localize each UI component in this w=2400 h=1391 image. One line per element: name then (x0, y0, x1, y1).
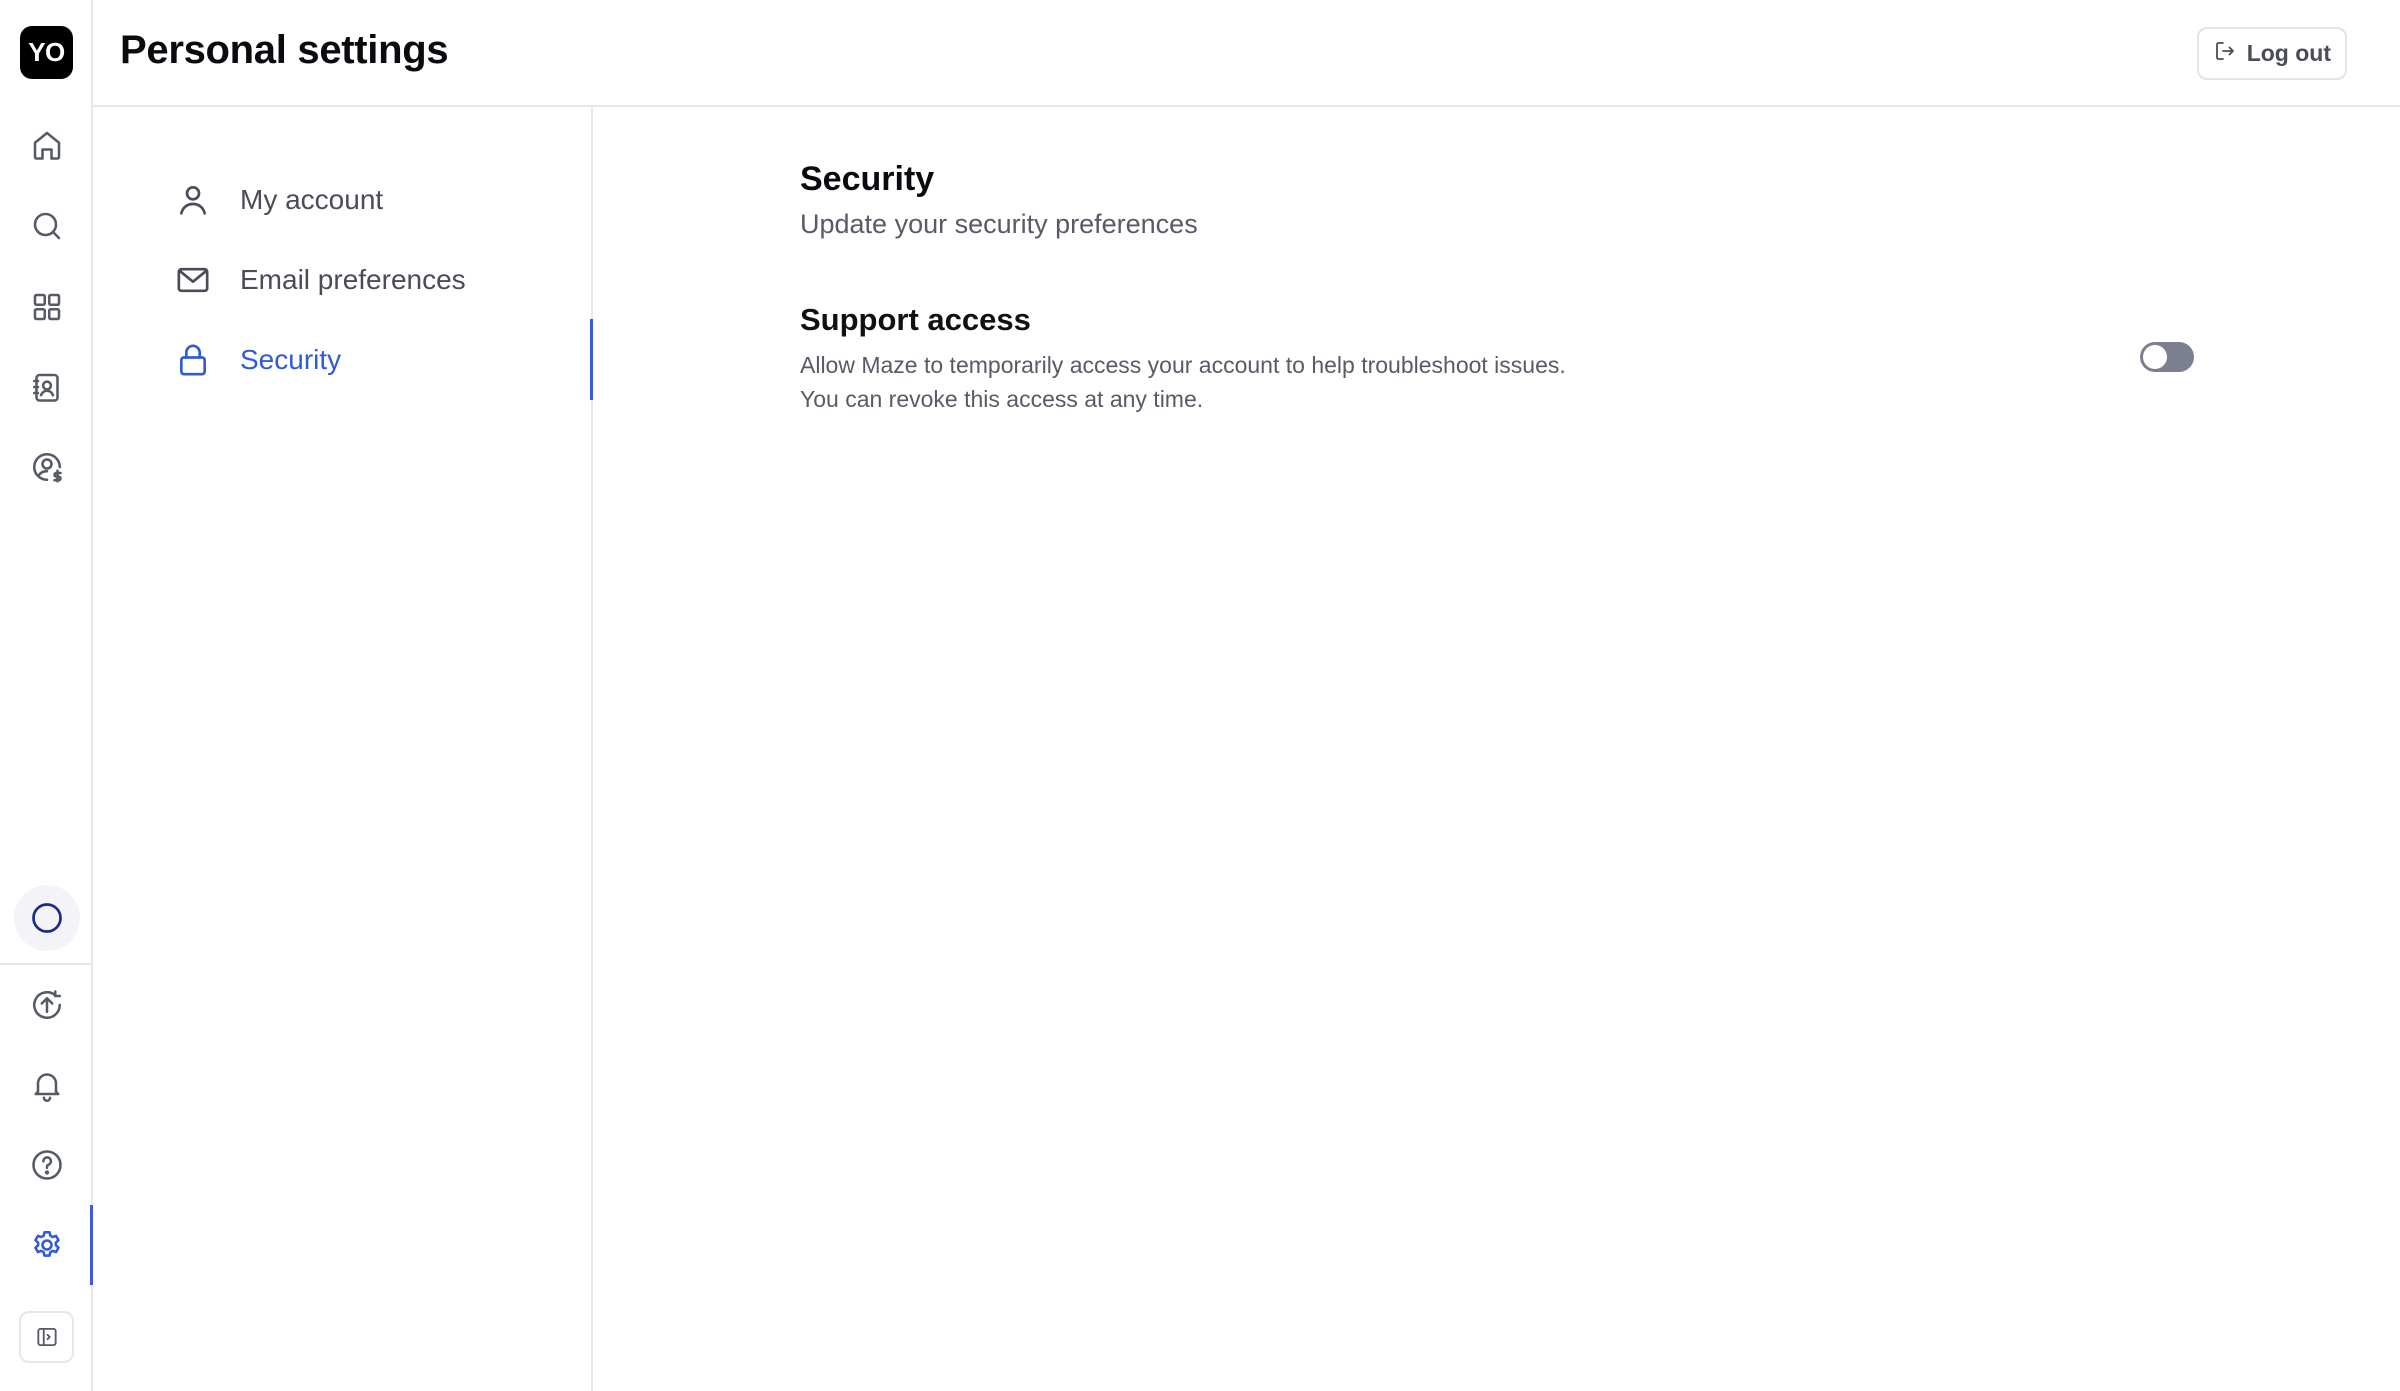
sidebar-toggle-icon[interactable] (19, 1311, 74, 1363)
nav-item-label: My account (240, 184, 384, 215)
settings-nav: My account Email preferences Security (93, 107, 593, 1391)
section-subtitle: Update your security preferences (800, 209, 1198, 239)
avatar[interactable]: YO (20, 26, 73, 79)
support-access-description-line: Allow Maze to temporarily access your ac… (800, 352, 1566, 378)
logout-button[interactable]: Log out (2196, 27, 2347, 80)
user-icon (173, 180, 213, 220)
logout-icon (2213, 39, 2237, 69)
rail-divider (0, 963, 93, 965)
nav-item-label: Security (240, 344, 342, 375)
lock-icon (173, 340, 213, 380)
search-icon[interactable] (17, 196, 77, 256)
mail-icon (173, 260, 213, 300)
app-root: YO Personal settings Log out My account … (0, 0, 2400, 1391)
nav-item-security[interactable]: Security (93, 320, 593, 400)
grid-icon[interactable] (17, 277, 77, 337)
user-dollar-icon[interactable] (17, 437, 77, 497)
help-icon[interactable] (17, 1135, 77, 1195)
main-content: Security Update your security preference… (595, 107, 2400, 1391)
nav-active-indicator (590, 319, 593, 400)
bell-icon[interactable] (17, 1055, 77, 1115)
section-title: Security (800, 160, 935, 198)
left-rail: YO (0, 0, 93, 1391)
support-access-description-line: You can revoke this access at any time. (800, 386, 1204, 412)
home-icon[interactable] (17, 115, 77, 175)
support-access-description: Allow Maze to temporarily access your ac… (800, 348, 1700, 416)
upload-circle-icon[interactable] (17, 975, 77, 1035)
page-header: Personal settings Log out (93, 0, 2400, 107)
gear-icon[interactable] (17, 1215, 77, 1275)
logout-label: Log out (2246, 40, 2331, 66)
support-access-toggle[interactable] (2140, 342, 2194, 372)
toggle-knob (2143, 345, 2167, 369)
nav-item-label: Email preferences (240, 264, 466, 295)
contact-book-icon[interactable] (17, 357, 77, 417)
nav-item-email-preferences[interactable]: Email preferences (93, 240, 593, 320)
page-title: Personal settings (120, 28, 449, 72)
circle-icon[interactable] (14, 885, 80, 951)
nav-item-my-account[interactable]: My account (93, 160, 593, 240)
support-access-title: Support access (800, 302, 1031, 337)
